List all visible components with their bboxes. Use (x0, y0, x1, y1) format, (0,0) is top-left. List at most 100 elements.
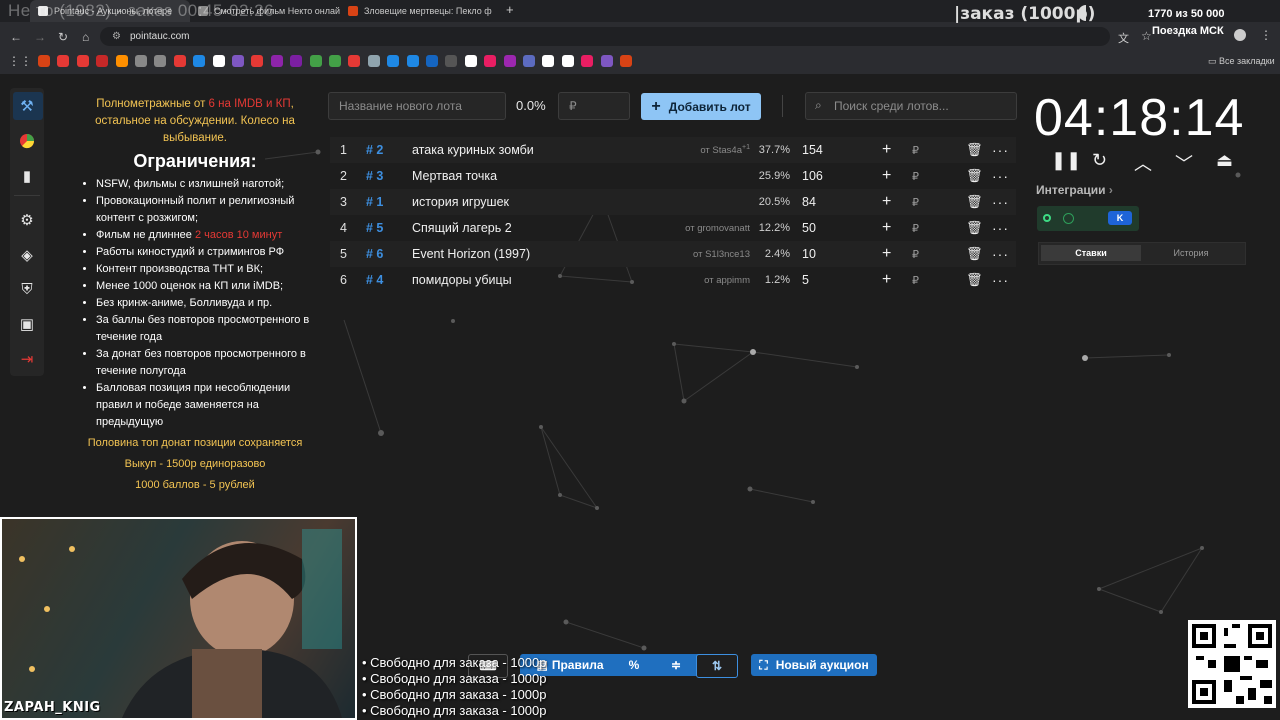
add-amount-icon[interactable]: + (882, 141, 891, 159)
add-amount-icon[interactable]: + (882, 193, 891, 211)
bookmark-favicon-icon[interactable] (445, 55, 458, 67)
more-dots-icon[interactable]: ··· (992, 194, 1009, 210)
ruble-icon[interactable]: ₽ (912, 196, 919, 209)
bookmark-favicon-icon[interactable] (115, 55, 128, 67)
new-tab-icon[interactable]: + (506, 2, 514, 17)
back-icon[interactable]: ← (10, 30, 22, 44)
shield-icon[interactable]: ⛨ (10, 274, 44, 304)
more-dots-icon[interactable]: ··· (992, 168, 1009, 184)
pause-icon[interactable]: ❚❚ (1051, 150, 1081, 171)
add-amount-icon[interactable]: + (882, 271, 891, 289)
tab-history[interactable]: История (1141, 245, 1241, 261)
align-icon[interactable]: ≑ (664, 654, 688, 676)
bookmark-favicon-icon[interactable] (367, 55, 380, 67)
bookmark-favicon-icon[interactable] (484, 55, 497, 67)
bookmark-favicon-icon[interactable] (212, 55, 225, 67)
bookmark-favicon-icon[interactable] (76, 55, 89, 67)
reload-icon[interactable]: ↻ (58, 30, 68, 44)
ruble-icon[interactable]: ₽ (912, 144, 919, 157)
lot-row[interactable]: 6 # 4 помидоры убицы от appimm 1.2% 5 + ₽ 🗑 ··… (330, 267, 1016, 293)
add-amount-icon[interactable]: + (882, 245, 891, 263)
bookmark-favicon-icon[interactable] (561, 55, 574, 67)
bookmark-favicon-icon[interactable] (309, 55, 322, 67)
profile-icon[interactable] (1234, 29, 1246, 41)
star-icon[interactable]: ☆ (1141, 29, 1152, 43)
lot-row[interactable]: 1 # 2 атака куриных зомби от Stas4a+1 37.7… (330, 137, 1016, 163)
trash-icon[interactable]: 🗑 (966, 142, 983, 158)
lot-row[interactable]: 4 # 5 Спящий лагерь 2 от gromovanatt 12.2%… (330, 215, 1016, 241)
double-chevron-up-icon[interactable]: ⏏ (1216, 150, 1233, 171)
reset-timer-icon[interactable]: ↻ (1092, 150, 1107, 171)
stats-bar-icon[interactable]: ▮ (10, 161, 44, 191)
vk-icon[interactable]: K (1108, 211, 1132, 225)
more-dots-icon[interactable]: ··· (992, 246, 1009, 262)
logout-icon[interactable]: ⇥ (10, 344, 44, 374)
bookmark-favicon-icon[interactable] (270, 55, 283, 67)
bookmark-favicon-icon[interactable] (251, 55, 264, 67)
ruble-icon[interactable]: ₽ (912, 222, 919, 235)
trash-icon[interactable]: 🗑 (966, 168, 983, 184)
percent-toggle-icon[interactable]: % (622, 654, 646, 676)
tab-evil-dead[interactable]: Зловещие мертвецы: Пекло ф (340, 0, 500, 22)
bookmark-favicon-icon[interactable] (57, 55, 70, 67)
bookmark-favicon-icon[interactable] (581, 55, 594, 67)
more-dots-icon[interactable]: ··· (992, 142, 1009, 158)
bookmark-favicon-icon[interactable] (329, 55, 341, 67)
lot-row[interactable]: 5 # 6 Event Horizon (1997) от S1l3nce13 2.… (330, 241, 1016, 267)
wheel-icon[interactable] (10, 126, 44, 156)
trash-icon[interactable]: 🗑 (966, 194, 983, 210)
new-auction-button[interactable]: ⛶ Новый аукцион (751, 654, 877, 676)
lot-row[interactable]: 2 # 3 Мертвая точка 25.9% 106 + ₽ 🗑 ··· (330, 163, 1016, 189)
bookmark-favicon-icon[interactable] (38, 55, 50, 67)
trash-icon[interactable]: 🗑 (966, 220, 983, 236)
more-dots-icon[interactable]: ··· (992, 272, 1009, 288)
lot-search-input[interactable]: Поиск среди лотов... (805, 92, 1017, 120)
bookmark-favicon-icon[interactable] (600, 55, 613, 67)
all-bookmarks[interactable]: ▭ Все закладки (1208, 56, 1275, 67)
auction-hammer-icon[interactable]: ⚒ (10, 91, 44, 121)
sort-icon[interactable]: ⇅ (696, 654, 738, 678)
bookmark-favicon-icon[interactable] (232, 55, 244, 67)
ruble-icon[interactable]: ₽ (912, 248, 919, 261)
lot-row[interactable]: 3 # 1 история игрушек 20.5% 84 + ₽ 🗑 ··· (330, 189, 1016, 215)
integrations-toggle[interactable]: Интеграции › (1036, 183, 1113, 197)
bookmark-favicon-icon[interactable] (426, 55, 438, 67)
bookmark-favicon-icon[interactable] (348, 55, 361, 67)
site-info-icon[interactable]: ⚙ (112, 31, 121, 42)
bookmark-favicon-icon[interactable] (406, 55, 419, 67)
add-lot-button[interactable]: + Добавить лот (641, 93, 761, 120)
bookmark-favicon-icon[interactable] (542, 55, 555, 67)
more-dots-icon[interactable]: ··· (992, 220, 1009, 236)
bookmark-favicon-icon[interactable] (523, 55, 535, 67)
bookmark-favicon-icon[interactable] (154, 55, 167, 67)
bookmark-favicon-icon[interactable] (193, 55, 206, 67)
bookmark-favicon-icon[interactable] (464, 55, 477, 67)
menu-dots-icon[interactable]: ⋮ (1260, 28, 1272, 42)
bookmark-favicon-icon[interactable] (96, 55, 109, 67)
add-amount-icon[interactable]: + (882, 219, 891, 237)
url-field[interactable]: pointauc.com (100, 27, 1110, 46)
ruble-icon[interactable]: ₽ (912, 170, 919, 183)
bookmark-favicon-icon[interactable] (620, 55, 632, 67)
chevron-down-icon[interactable]: ﹀ (1175, 150, 1193, 176)
new-lot-name-input[interactable]: Название нового лота (328, 92, 506, 120)
video-library-icon[interactable]: ▣ (10, 309, 44, 339)
home-icon[interactable]: ⌂ (82, 30, 89, 44)
translate-icon[interactable]: 文 (1118, 30, 1129, 46)
apps-icon[interactable]: ⋮⋮ (8, 54, 32, 68)
bookmark-favicon-icon[interactable] (387, 55, 400, 67)
forward-icon[interactable]: → (34, 30, 46, 44)
integration-on-icon[interactable] (1043, 214, 1051, 222)
chevron-up-icon[interactable]: ︿ (1134, 150, 1152, 176)
new-lot-amount-input[interactable]: ₽ (558, 92, 630, 120)
donation-alerts-icon[interactable] (1063, 213, 1074, 224)
bookmark-favicon-icon[interactable] (135, 55, 147, 67)
ruble-icon[interactable]: ₽ (912, 274, 919, 287)
add-amount-icon[interactable]: + (882, 167, 891, 185)
tab-bets[interactable]: Ставки (1041, 245, 1141, 261)
bookmark-favicon-icon[interactable] (173, 55, 186, 67)
layers-icon[interactable]: ◈ (10, 240, 44, 270)
bookmark-favicon-icon[interactable] (290, 55, 303, 67)
settings-gear-icon[interactable]: ⚙ (10, 205, 44, 235)
trash-icon[interactable]: 🗑 (966, 246, 983, 262)
